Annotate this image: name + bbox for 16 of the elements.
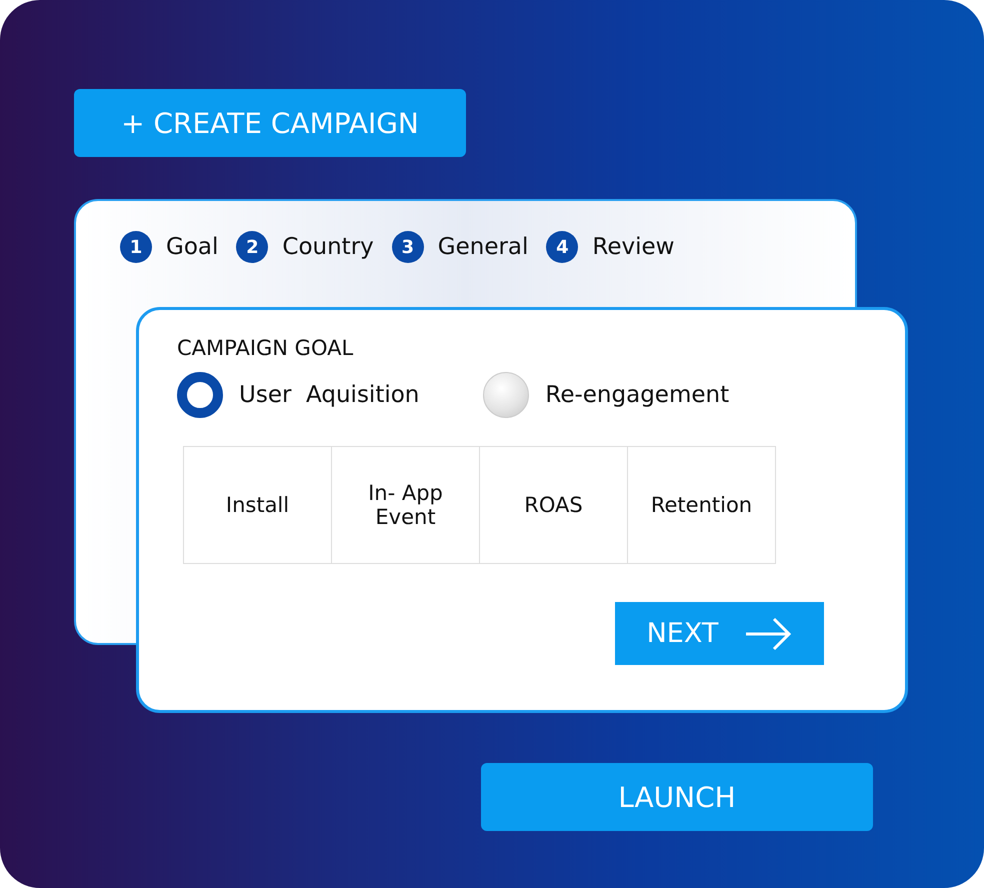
step-label: Goal [166, 234, 218, 260]
goal-option[interactable]: In- App Event [331, 446, 480, 564]
radio-option[interactable]: Re-engagement [483, 372, 730, 418]
goal-option[interactable]: ROAS [479, 446, 628, 564]
step-label: Review [592, 234, 674, 260]
goal-option[interactable]: Install [183, 446, 332, 564]
card-title: CAMPAIGN GOAL [177, 336, 354, 360]
step-label: Country [282, 234, 374, 260]
step-number: 1 [120, 231, 152, 263]
radio-option[interactable]: User Aquisition [177, 372, 420, 418]
step-label: General [438, 234, 528, 260]
arrow-right-icon [744, 616, 792, 650]
step-number: 4 [546, 231, 578, 263]
goal-option[interactable]: Retention [627, 446, 776, 564]
step-number: 3 [392, 231, 424, 263]
step-number: 2 [236, 231, 268, 263]
